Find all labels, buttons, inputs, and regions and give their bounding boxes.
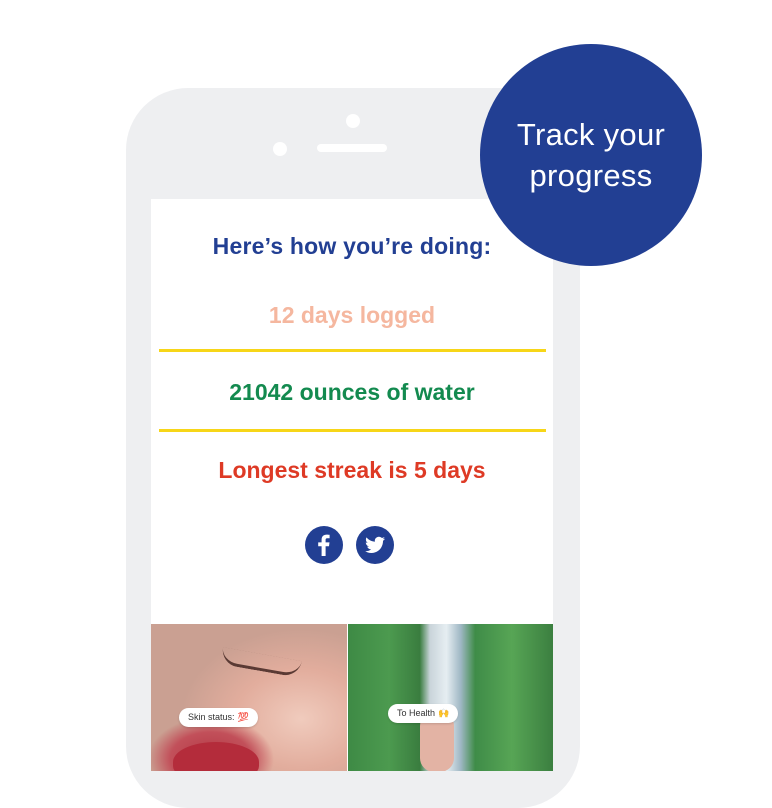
twitter-share-button[interactable] bbox=[356, 526, 394, 564]
hundred-points-icon: 💯 bbox=[237, 712, 249, 722]
phone-speaker bbox=[317, 144, 387, 152]
facebook-share-button[interactable] bbox=[305, 526, 343, 564]
badge-line-2: progress bbox=[529, 158, 653, 193]
badge-line-1: Track your bbox=[516, 117, 666, 152]
days-logged-stat: 12 days logged bbox=[268, 302, 436, 328]
phone-sensor bbox=[273, 142, 287, 156]
lips bbox=[173, 742, 259, 771]
track-progress-badge: Track your progress bbox=[480, 44, 702, 266]
raising-hands-icon: 🙌 bbox=[438, 708, 450, 718]
facebook-icon bbox=[318, 534, 330, 556]
closed-eye bbox=[220, 647, 302, 678]
phone-screen: Here’s how you’re doing: 12 days logged … bbox=[151, 199, 553, 771]
water-ounces-stat: 21042 ounces of water bbox=[229, 379, 475, 405]
divider bbox=[159, 349, 546, 352]
divider bbox=[159, 429, 546, 432]
bubble-caption: To Health bbox=[397, 708, 436, 718]
phone-camera bbox=[346, 114, 360, 128]
to-health-photo: To Health 🙌 bbox=[348, 624, 553, 771]
to-health-bubble: To Health 🙌 bbox=[388, 704, 459, 723]
bubble-caption: Skin status: bbox=[188, 712, 235, 722]
skin-status-photo: Skin status: 💯 bbox=[151, 624, 347, 771]
progress-heading: Here’s how you’re doing: bbox=[212, 233, 492, 259]
longest-streak-stat: Longest streak is 5 days bbox=[218, 457, 486, 483]
skin-status-bubble: Skin status: 💯 bbox=[179, 708, 258, 727]
twitter-icon bbox=[365, 536, 385, 553]
